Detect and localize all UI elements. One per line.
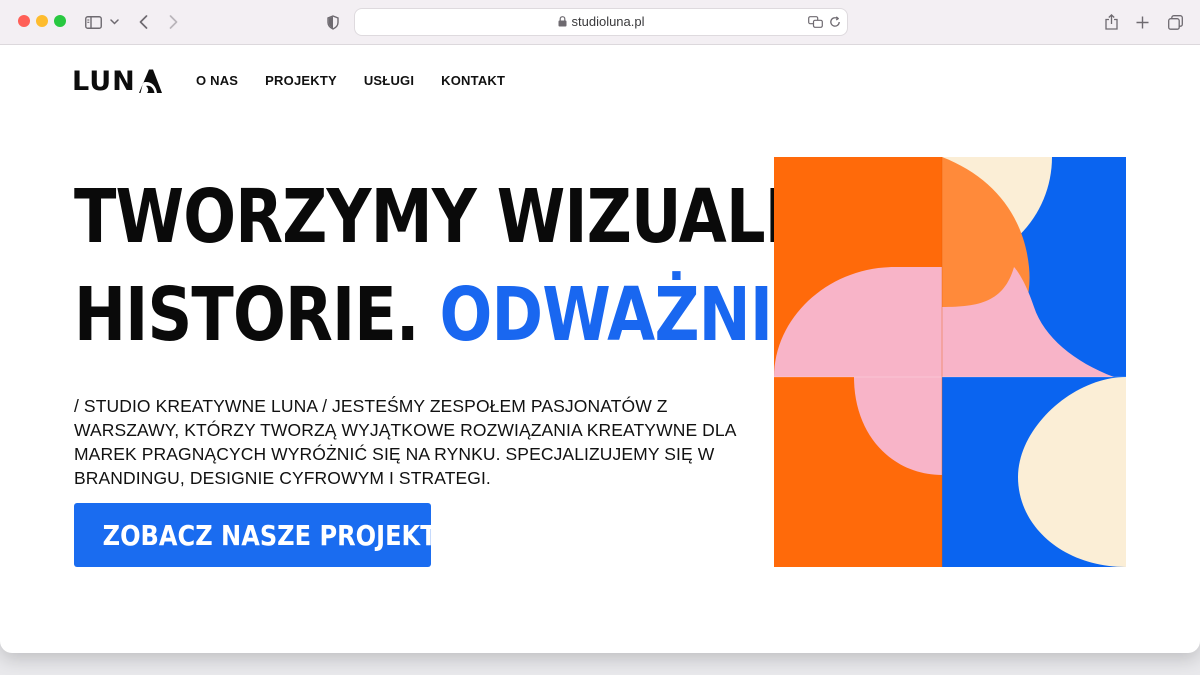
url-text: studioluna.pl: [571, 14, 645, 29]
zoom-window-button[interactable]: [54, 15, 66, 27]
site-logo[interactable]: LUN: [72, 65, 163, 97]
hero-description: / STUDIO KREATYWNE LUNA / JESTEŚMY ZESPO…: [74, 396, 736, 488]
minimize-window-button[interactable]: [36, 15, 48, 27]
logo-moon-a-icon: [138, 69, 162, 93]
nav-link-uslugi[interactable]: USŁUGI: [364, 73, 414, 88]
shield-icon[interactable]: [326, 10, 340, 34]
chevron-down-icon[interactable]: [108, 10, 120, 34]
view-projects-button[interactable]: ZOBACZ NASZE PROJEKTY: [74, 503, 454, 567]
close-window-button[interactable]: [18, 15, 30, 27]
hero-artwork: [774, 157, 1126, 567]
logo-text: LUN: [72, 65, 136, 97]
main-nav: O NAS PROJEKTY USŁUGI KONTAKT: [196, 73, 532, 88]
hero-line-2: HISTORIE.: [74, 272, 440, 358]
hero-title: TWORZYMY WIZUALNE HISTORIE. ODWAŻNIE.: [74, 168, 858, 364]
lock-icon: [558, 10, 567, 36]
nav-link-o-nas[interactable]: O NAS: [196, 73, 238, 88]
address-bar[interactable]: studioluna.pl: [354, 8, 848, 36]
browser-window: studioluna.pl LUN O NAS PROJEKTY USŁUGI …: [0, 0, 1200, 653]
share-icon[interactable]: [1103, 10, 1119, 34]
nav-link-projekty[interactable]: PROJEKTY: [265, 73, 337, 88]
tabs-icon[interactable]: [1166, 10, 1184, 34]
nav-link-kontakt[interactable]: KONTAKT: [441, 73, 505, 88]
back-icon[interactable]: [136, 10, 150, 34]
plus-icon[interactable]: [1134, 10, 1150, 34]
hero-line-1: TWORZYMY WIZUALNE: [74, 174, 858, 260]
browser-toolbar: studioluna.pl: [0, 0, 1200, 45]
translate-icon[interactable]: [807, 12, 823, 32]
forward-icon[interactable]: [166, 10, 180, 34]
sidebar-icon[interactable]: [84, 10, 102, 34]
reload-icon[interactable]: [828, 12, 842, 32]
cta-label: ZOBACZ NASZE PROJEKTY: [102, 518, 455, 552]
